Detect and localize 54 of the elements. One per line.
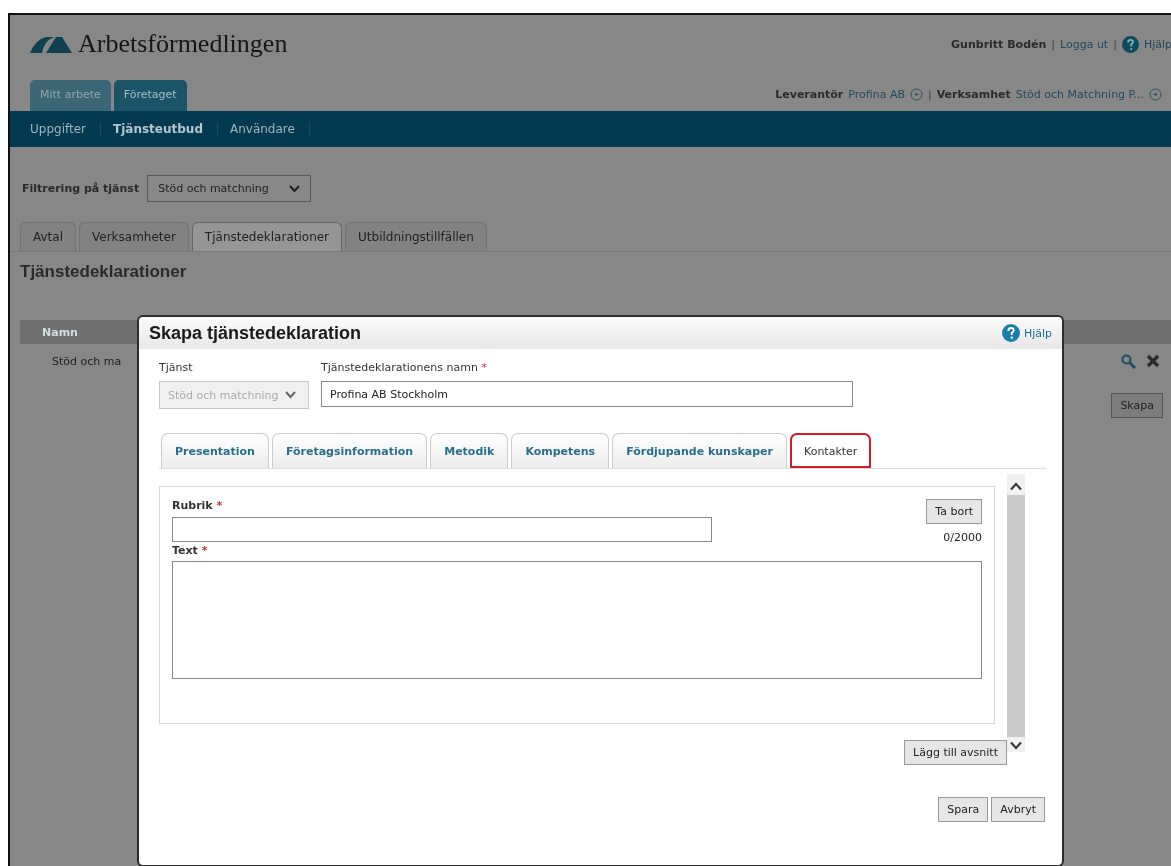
- help-link[interactable]: Hjälp: [1143, 37, 1171, 51]
- page-tab[interactable]: Avtal: [20, 222, 76, 251]
- dialog-tab[interactable]: Företagsinformation: [271, 433, 428, 468]
- field-label: Text *: [172, 544, 209, 557]
- help-link[interactable]: Hjälp: [1023, 326, 1052, 340]
- nav-item[interactable]: Användare: [218, 122, 310, 136]
- service-dropdown[interactable]: Stöd och matchning: [147, 175, 311, 202]
- dialog-tab[interactable]: Metodik: [430, 433, 509, 468]
- business-link[interactable]: Stöd och Matchning P...: [1015, 88, 1144, 101]
- remove-button[interactable]: Ta bort: [926, 499, 982, 524]
- dialog-tab[interactable]: Kontakter: [790, 433, 872, 468]
- page-tab[interactable]: Utbildningstillfällen: [345, 222, 487, 251]
- help-icon[interactable]: [1001, 324, 1020, 342]
- create-button[interactable]: Skapa: [1111, 393, 1163, 418]
- delete-icon[interactable]: [1146, 354, 1160, 368]
- help-icon[interactable]: [1121, 35, 1139, 53]
- table-cell: Stöd och ma: [52, 355, 122, 368]
- save-button[interactable]: Spara: [938, 797, 989, 822]
- dropdown-icon[interactable]: [1149, 88, 1162, 101]
- field-label: Tjänst: [159, 361, 194, 374]
- top-tab[interactable]: Företaget: [113, 80, 187, 111]
- heading-input[interactable]: [172, 517, 712, 542]
- logo-text: Arbetsförmedlingen: [78, 29, 288, 59]
- separator: |: [1051, 37, 1055, 51]
- name-input[interactable]: Profina AB Stockholm: [321, 381, 853, 407]
- add-section-button[interactable]: Lägg till avsnitt: [904, 740, 1007, 765]
- user-name: Gunbritt Bodén: [951, 37, 1047, 51]
- supplier-link[interactable]: Profina AB: [848, 88, 905, 101]
- dialog-title: Skapa tjänstedeklaration: [149, 322, 362, 344]
- dialog-tab[interactable]: Kompetens: [511, 433, 610, 468]
- chevron-down-icon[interactable]: [1010, 741, 1022, 750]
- dropdown-icon[interactable]: [909, 88, 923, 101]
- filter-label: Filtrering på tjänst: [22, 182, 140, 195]
- field-label: Rubrik *: [172, 499, 224, 512]
- character-counter: 0/2000: [943, 531, 982, 544]
- chevron-down-icon: [284, 391, 296, 399]
- supplier-label: Leverantör: [775, 88, 844, 101]
- page-tab[interactable]: Tjänstedeklarationer: [191, 222, 343, 251]
- chevron-down-icon: [288, 184, 300, 193]
- business-label: Verksamhet: [936, 88, 1011, 101]
- cancel-button[interactable]: Avbryt: [991, 797, 1045, 822]
- nav-item[interactable]: Tjänsteutbud: [101, 122, 218, 136]
- dialog-tab[interactable]: Fördjupande kunskaper: [612, 433, 787, 468]
- separator: |: [927, 88, 932, 101]
- chevron-up-icon[interactable]: [1010, 482, 1022, 491]
- field-label: Tjänstedeklarationens namn *: [321, 361, 488, 374]
- page-tab[interactable]: Verksamheter: [79, 222, 189, 251]
- search-icon[interactable]: [1121, 354, 1136, 369]
- column-header: Namn: [42, 325, 78, 339]
- dialog-tab[interactable]: Presentation: [161, 433, 269, 468]
- separator: |: [1113, 37, 1117, 51]
- page-heading: Tjänstedeklarationer: [19, 261, 188, 282]
- logout-link[interactable]: Logga ut: [1060, 37, 1109, 51]
- nav-item[interactable]: Uppgifter: [30, 122, 101, 136]
